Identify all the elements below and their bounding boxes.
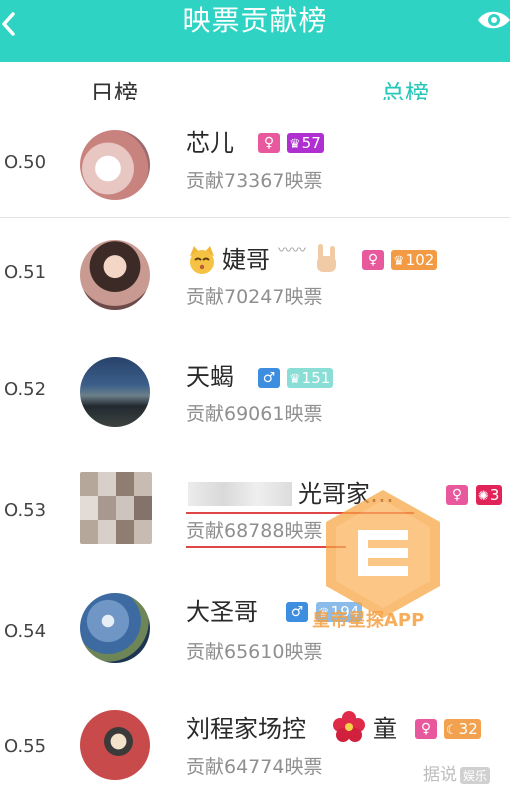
rank-number: O.55 [4,736,47,757]
contribution-text: 贡献73367映票 [186,170,323,192]
list-item[interactable]: O.50 芯儿 ♀ ♛57 贡献73367映票 [0,100,510,218]
avatar[interactable] [80,130,150,200]
rank-number: O.53 [4,500,47,521]
eye-icon[interactable] [476,6,510,34]
gender-male-icon: ♂ [286,602,308,622]
user-name: 刘程家场控 [186,715,306,743]
list-item[interactable]: O.51 婕哥 〰〰 ♀ ♛102 贡献70247映票 [0,218,510,336]
rank-number: O.50 [4,152,47,173]
crown-icon: ♛ [393,254,405,269]
level-badge: ☾32 [444,719,481,739]
level-badge: ♛151 [287,368,334,388]
user-name: 天蝎 [186,363,234,391]
crown-icon: ♛ [289,372,301,387]
avatar[interactable] [80,357,150,427]
moon-icon: ☾ [446,723,458,738]
avatar[interactable] [80,593,150,663]
gender-female-icon: ♀ [446,485,468,505]
header-bar: 映票贡献榜 [0,0,510,62]
watermark-text: 皇帝星探APP [312,610,425,631]
contribution-text: 贡献68788映票 [186,520,323,542]
blurred-avatar-overlay [80,496,152,520]
crown-icon: ♛ [289,137,301,152]
hibiscus-icon [333,711,365,742]
sun-icon: ✺ [478,489,489,504]
avatar[interactable] [80,710,150,780]
gender-female-icon: ♀ [258,133,280,153]
gender-female-icon: ♀ [362,250,384,270]
cat-face-icon [190,246,214,274]
name-decoration: 〰〰 [278,243,306,259]
rank-number: O.52 [4,379,47,400]
contribution-text: 贡献64774映票 [186,756,323,778]
level-badge: ✺3 [476,485,503,505]
user-name: 婕哥 [222,246,270,274]
blurred-name [188,482,292,506]
page-title: 映票贡献榜 [182,4,328,37]
level-badge: ♛102 [391,250,438,270]
avatar[interactable] [80,240,150,310]
user-name-suffix: 童 [373,715,397,743]
user-name: 大圣哥 [186,598,258,626]
list-item[interactable]: O.52 天蝎 ♂ ♛151 贡献69061映票 [0,335,510,453]
gender-female-icon: ♀ [415,719,437,739]
contribution-text: 贡献69061映票 [186,403,323,425]
corner-watermark: 据说 娱乐 [423,760,491,785]
rock-hand-icon [317,244,336,272]
gender-male-icon: ♂ [258,368,280,388]
rank-number: O.51 [4,262,47,283]
user-name: 芯儿 [186,129,234,157]
rank-number: O.54 [4,621,47,642]
level-badge: ♛57 [287,133,324,153]
contribution-text: 贡献70247映票 [186,286,323,308]
contribution-text: 贡献65610映票 [186,641,323,663]
